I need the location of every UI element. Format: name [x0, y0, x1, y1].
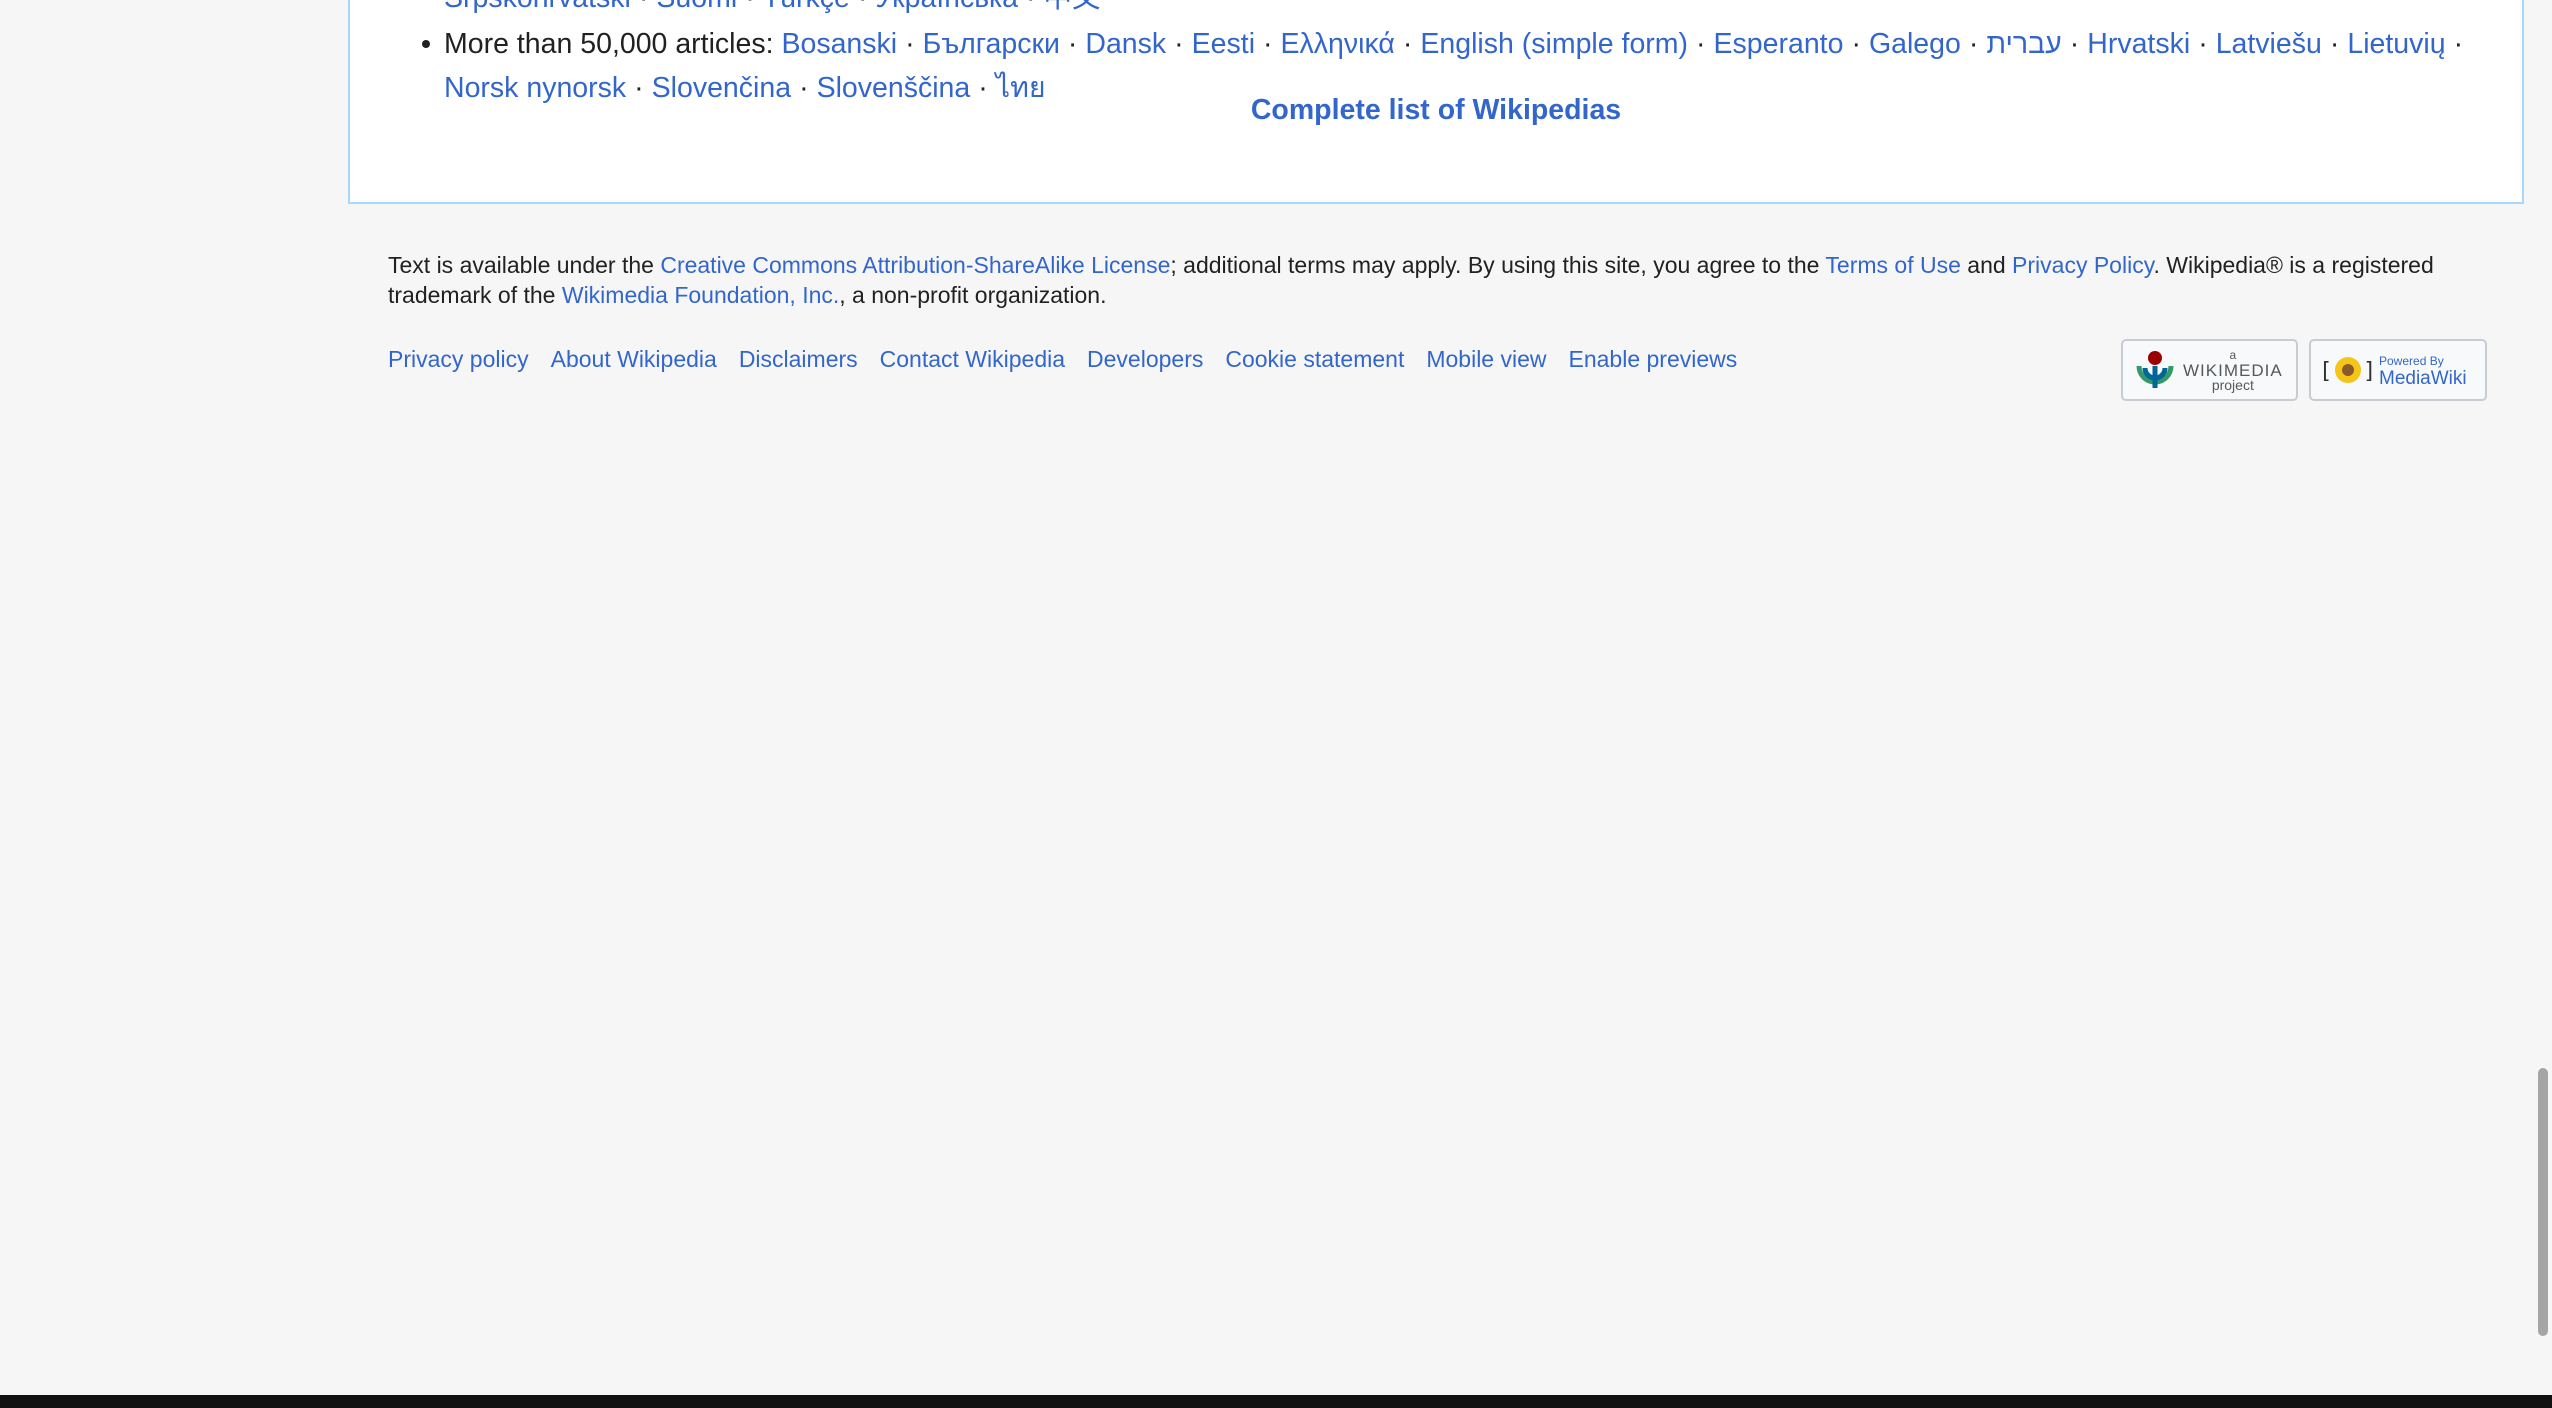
separator: · — [1968, 28, 1979, 60]
footer-link-privacy-policy[interactable]: Privacy policy — [388, 346, 529, 372]
separator: · — [2329, 28, 2340, 60]
language-link[interactable]: Українська — [875, 0, 1018, 14]
license-link[interactable]: Creative Commons Attribution-ShareAlike … — [660, 252, 1170, 278]
separator: · — [1851, 28, 1861, 60]
language-link[interactable]: Türkçe — [763, 0, 850, 14]
language-link[interactable]: Srpskohrvatski — [444, 0, 631, 14]
mediawiki-badge-main: MediaWiki — [2379, 368, 2467, 389]
language-row-previous: Srpskohrvatski·Suomi·Türkçe·Українська·中… — [444, 0, 2504, 20]
footer-link-enable-previews[interactable]: Enable previews — [1569, 346, 1738, 372]
terms-link[interactable]: Terms of Use — [1825, 252, 1960, 278]
window-bottom-edge — [0, 1395, 2552, 1408]
language-link[interactable]: Latviešu — [2216, 28, 2322, 60]
footer-license: Text is available under the Creative Com… — [388, 250, 2488, 310]
language-link[interactable]: Suomi — [656, 0, 737, 14]
license-text: Text is available under the — [388, 252, 661, 278]
language-link[interactable]: Ελληνικά — [1281, 28, 1395, 60]
separator: · — [2453, 28, 2464, 60]
wikimedia-badge-sub: project — [2211, 376, 2254, 393]
scrollbar-thumb[interactable] — [2538, 1068, 2548, 1336]
language-link[interactable]: English (simple form) — [1420, 28, 1688, 60]
separator: · — [737, 0, 763, 14]
wikimedia-badge[interactable]: a WIKIMEDIA project — [2121, 339, 2298, 401]
footer-link-contact-wikipedia[interactable]: Contact Wikipedia — [880, 346, 1065, 372]
license-text: and — [1960, 252, 2013, 278]
footer-link-about-wikipedia[interactable]: About Wikipedia — [551, 346, 717, 372]
separator: · — [631, 0, 657, 14]
separator: · — [850, 0, 876, 14]
language-links-line1: Bosanski · Български · Dansk · Eesti · Ελληνικά ·… — [781, 28, 2471, 60]
row-prefix: More than 50,000 articles: — [444, 28, 774, 60]
footer-link-cookie-statement[interactable]: Cookie statement — [1225, 346, 1404, 372]
language-row-50k: More than 50,000 articles: Bosanski · Бълг… — [422, 22, 2504, 66]
svg-text:]: ] — [2363, 359, 2376, 384]
separator: · — [1174, 28, 1184, 60]
separator: · — [905, 28, 915, 60]
wikimedia-badge-main: WIKIMEDIA — [2183, 360, 2283, 380]
complete-list-container: Complete list of Wikipedias — [350, 94, 2522, 127]
footer-places: Privacy policy About Wikipedia Disclaimers… — [388, 346, 1759, 373]
language-link[interactable]: Hrvatski — [2087, 28, 2190, 60]
privacy-policy-link[interactable]: Privacy Policy — [2012, 252, 2153, 278]
bullet — [422, 40, 430, 48]
main-content: Srpskohrvatski·Suomi·Türkçe·Українська·中… — [348, 0, 2524, 204]
license-text: , a non-profit organization. — [839, 282, 1107, 308]
separator: · — [2198, 28, 2208, 60]
language-link[interactable]: 中文 — [1044, 0, 1101, 14]
language-link[interactable]: Eesti — [1192, 28, 1255, 60]
mediawiki-sunflower-icon: [ ] — [2319, 357, 2376, 384]
separator: · — [1402, 28, 1413, 60]
mediawiki-badge[interactable]: [ ] Powered By MediaWiki — [2309, 339, 2487, 401]
complete-list-link[interactable]: Complete list of Wikipedias — [1251, 94, 1621, 126]
language-link[interactable]: Esperanto — [1714, 28, 1844, 60]
footer-link-mobile-view[interactable]: Mobile view — [1426, 346, 1546, 372]
footer-link-disclaimers[interactable]: Disclaimers — [739, 346, 858, 372]
separator: · — [1263, 28, 1273, 60]
license-text: ; additional terms may apply. By using t… — [1170, 252, 1826, 278]
language-link[interactable]: Lietuvių — [2347, 28, 2445, 60]
language-link[interactable]: Galego — [1869, 28, 1961, 60]
svg-text:[: [ — [2319, 359, 2332, 384]
scrollbar[interactable] — [2530, 0, 2552, 1395]
language-link[interactable]: Dansk — [1085, 28, 1166, 60]
separator: · — [2069, 28, 2080, 60]
language-link[interactable]: עברית — [1986, 28, 2061, 60]
separator: · — [1696, 28, 1706, 60]
separator: · — [1067, 28, 1078, 60]
language-link[interactable]: Bosanski — [781, 28, 897, 60]
separator: · — [1018, 0, 1044, 14]
wikimedia-logo-icon — [2136, 351, 2174, 388]
footer-link-developers[interactable]: Developers — [1087, 346, 1203, 372]
foundation-link[interactable]: Wikimedia Foundation, Inc. — [562, 282, 839, 308]
language-link[interactable]: Български — [923, 28, 1060, 60]
